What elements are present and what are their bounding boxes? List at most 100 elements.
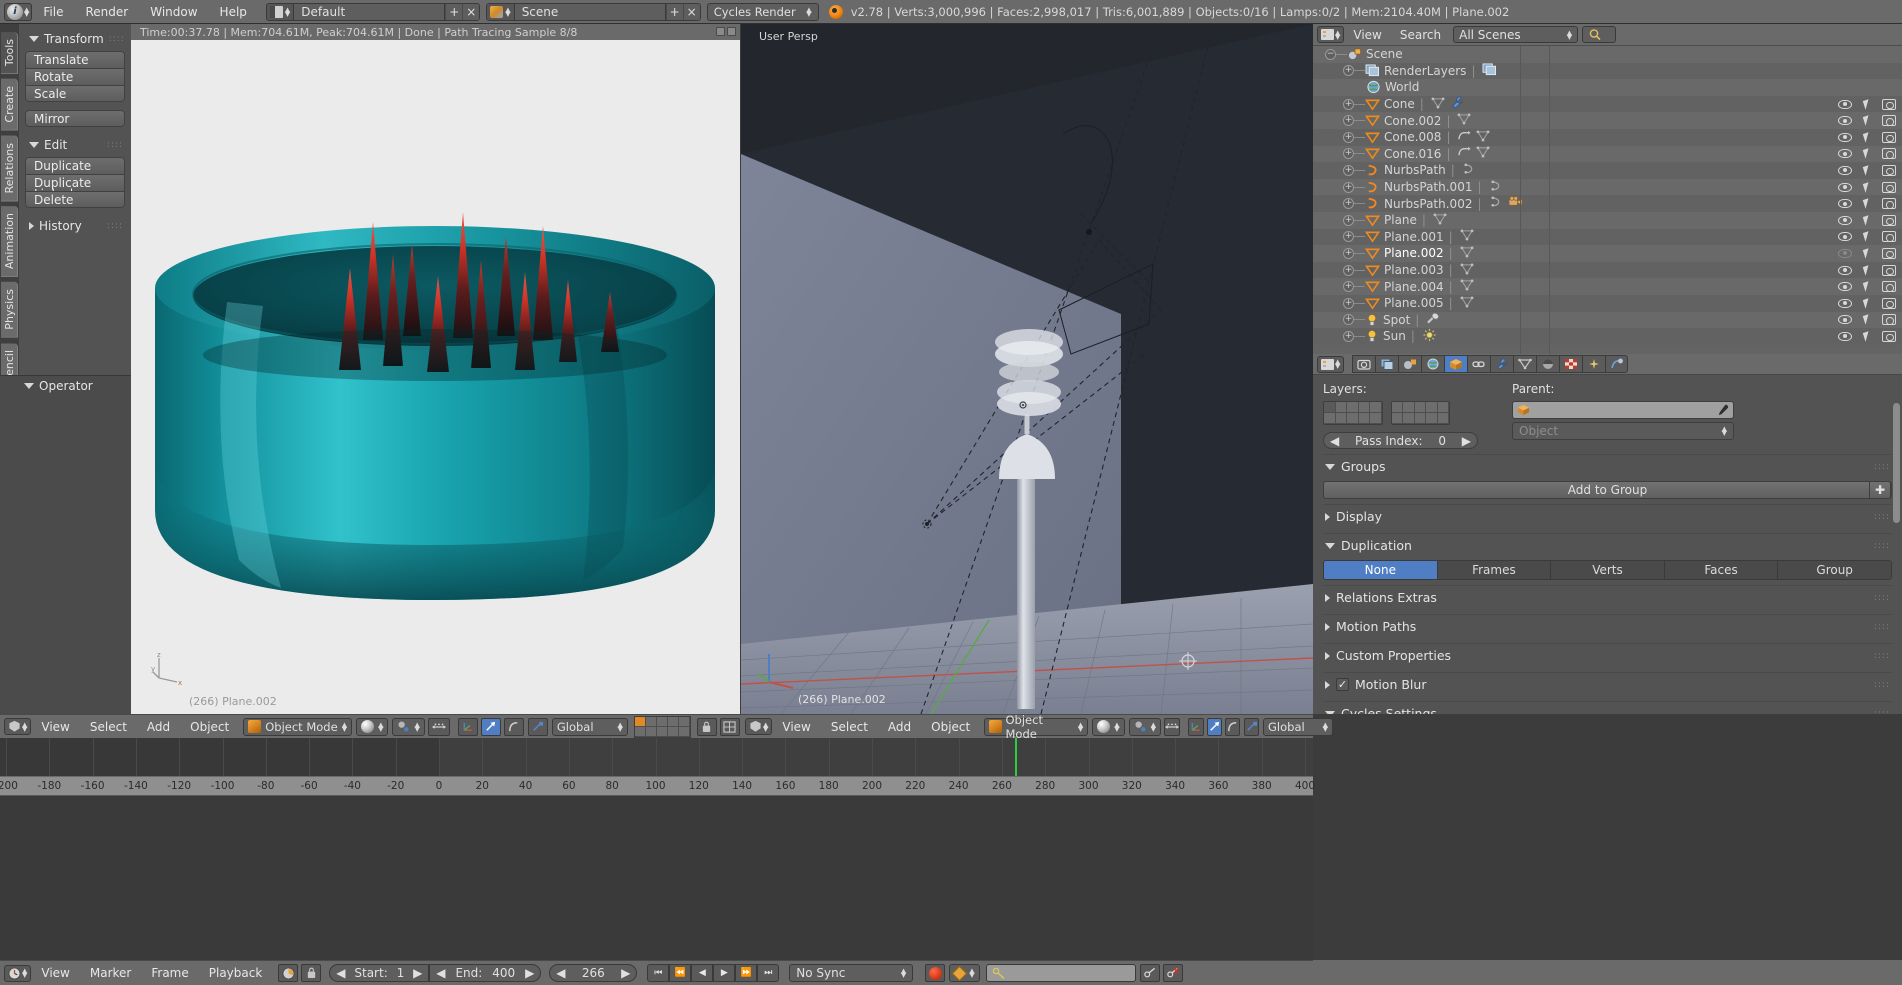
insert-keyframe-button[interactable] <box>1139 964 1160 982</box>
expand-toggle[interactable]: + <box>1343 198 1354 210</box>
outliner-row[interactable]: World <box>1313 79 1902 96</box>
restrict-render-toggle[interactable] <box>1878 281 1900 293</box>
custom-properties-section-header[interactable]: Custom Properties :::: <box>1323 643 1892 667</box>
keying-set-field[interactable] <box>985 964 1136 982</box>
end-frame-field[interactable]: ◀ End: 400 ▶ <box>429 964 542 982</box>
view3d-right-menu-select[interactable]: Select <box>821 720 878 734</box>
restrict-select-toggle[interactable] <box>1856 148 1878 160</box>
expand-toggle[interactable]: + <box>1343 231 1354 243</box>
manipulator-toggle-left[interactable] <box>457 717 478 736</box>
mesh-data-icon[interactable] <box>1460 229 1474 244</box>
play-reverse-button[interactable]: ◀ <box>691 964 714 982</box>
mesh-data-icon[interactable] <box>1476 146 1490 161</box>
expand-toggle[interactable]: + <box>1343 164 1354 176</box>
properties-tab-renderlayers[interactable] <box>1375 355 1399 373</box>
properties-editor-type-button[interactable]: ▲ ▼ <box>1317 355 1345 373</box>
jump-to-start-button[interactable]: ⏮ <box>647 964 670 982</box>
eyedropper-icon[interactable] <box>1716 404 1729 416</box>
restrict-render-toggle[interactable] <box>1878 314 1900 326</box>
expand-toggle[interactable]: + <box>1343 148 1354 160</box>
properties-scrollbar[interactable] <box>1893 403 1900 523</box>
outliner-search-button[interactable] <box>1582 26 1617 43</box>
outliner-row[interactable]: + Cone.002 | <box>1313 112 1902 129</box>
relations-extras-section-header[interactable]: Relations Extras :::: <box>1323 585 1892 609</box>
rewind-button[interactable]: ⏪ <box>669 964 692 982</box>
properties-tab-material[interactable] <box>1536 355 1560 373</box>
curve-data-icon[interactable] <box>1489 196 1503 211</box>
duplication-option-group[interactable]: Group <box>1778 561 1891 579</box>
timeline-ruler[interactable]: -200-180-160-140-120-100-80-60-40-200204… <box>0 776 1315 796</box>
scale-button[interactable]: Scale <box>25 85 125 102</box>
delete-screen-layout-button[interactable]: × <box>462 3 480 20</box>
manipulator-toggle-right[interactable] <box>1188 717 1205 736</box>
restrict-render-toggle[interactable] <box>1878 131 1900 143</box>
blender-menu-button[interactable]: i ▲ ▼ <box>4 2 33 21</box>
restrict-select-toggle[interactable] <box>1856 165 1878 176</box>
timeline-editor-type-button[interactable]: ▲ ▼ <box>4 964 32 982</box>
restrict-select-toggle[interactable] <box>1856 98 1878 110</box>
auto-keyframe-toggle[interactable] <box>278 964 299 982</box>
keyframe-type-selector[interactable]: ▲ ▼ <box>949 964 980 982</box>
groups-section-header[interactable]: Groups :::: <box>1323 454 1892 478</box>
menu-render[interactable]: Render <box>74 5 139 19</box>
outliner-menu-search[interactable]: Search <box>1391 28 1450 42</box>
outliner-row[interactable]: + Spot | <box>1313 311 1902 329</box>
restrict-render-toggle[interactable] <box>1878 231 1900 243</box>
restrict-view-toggle[interactable] <box>1834 232 1856 242</box>
properties-tab-scene[interactable] <box>1398 355 1422 373</box>
restrict-view-toggle[interactable] <box>1834 215 1856 225</box>
tab-physics[interactable]: Physics <box>1 282 18 338</box>
restrict-select-toggle[interactable] <box>1856 231 1878 243</box>
renderlayer-icon[interactable] <box>1482 63 1497 79</box>
add-scene-button[interactable]: + <box>665 3 683 20</box>
outliner-row[interactable]: + Cone.008 | <box>1313 128 1902 146</box>
add-screen-layout-button[interactable]: + <box>445 3 463 20</box>
timeline-track-area[interactable] <box>0 738 1313 776</box>
restrict-render-toggle[interactable] <box>1878 115 1900 127</box>
rotate-button[interactable]: Rotate <box>25 68 125 85</box>
rotate-manipulator-right[interactable] <box>1225 717 1241 736</box>
restrict-view-toggle[interactable] <box>1834 199 1856 209</box>
tab-relations[interactable]: Relations <box>1 135 18 202</box>
collapse-toggle[interactable]: − <box>1325 48 1336 60</box>
mesh-data-icon[interactable] <box>1460 262 1474 278</box>
properties-tab-world[interactable] <box>1421 355 1445 373</box>
scene-selector[interactable]: ▲ ▼ Scene + × <box>486 2 701 21</box>
scale-manipulator-left[interactable] <box>527 717 548 736</box>
restrict-view-toggle[interactable] <box>1834 99 1856 109</box>
restrict-select-toggle[interactable] <box>1856 297 1878 309</box>
menu-window[interactable]: Window <box>139 5 208 19</box>
outliner-row[interactable]: + NurbsPath.001 | <box>1313 178 1902 196</box>
properties-tab-render[interactable] <box>1352 355 1376 373</box>
expand-toggle[interactable]: + <box>1343 214 1354 226</box>
expand-toggle[interactable]: + <box>1343 181 1354 193</box>
restrict-select-toggle[interactable] <box>1856 281 1878 292</box>
start-right-arrow[interactable]: ▶ <box>413 966 422 980</box>
lock-camera-left[interactable] <box>696 717 717 736</box>
view3d-left-pivot-selector[interactable]: ▲ ▼ <box>392 717 425 736</box>
curve-data-icon[interactable] <box>1462 163 1476 178</box>
duplication-option-frames[interactable]: Frames <box>1437 561 1552 579</box>
restrict-select-toggle[interactable] <box>1856 115 1878 126</box>
play-button[interactable]: ▶ <box>713 964 736 982</box>
view3d-left-mode-selector[interactable]: Object Mode ▲ ▼ <box>243 717 353 736</box>
end-left-arrow[interactable]: ◀ <box>436 966 445 980</box>
start-left-arrow[interactable]: ◀ <box>336 966 345 980</box>
delete-keyframe-button[interactable] <box>1162 964 1183 982</box>
restrict-render-toggle[interactable] <box>1878 181 1900 193</box>
translate-button[interactable]: Translate <box>25 51 125 68</box>
restrict-render-toggle[interactable] <box>1878 214 1900 226</box>
restrict-select-toggle[interactable] <box>1856 198 1878 209</box>
mesh-data-icon[interactable] <box>1433 213 1447 228</box>
timeline-menu-frame[interactable]: Frame <box>141 966 198 980</box>
properties-tab-modifiers[interactable] <box>1490 355 1514 373</box>
restrict-select-toggle[interactable] <box>1856 181 1878 193</box>
parent-object-field[interactable] <box>1512 401 1734 419</box>
curve-data-icon[interactable] <box>1489 180 1503 195</box>
expand-toggle[interactable]: + <box>1343 330 1354 342</box>
duplicate-button[interactable]: Duplicate <box>25 157 125 174</box>
restrict-view-toggle[interactable] <box>1834 282 1856 292</box>
pass-index-right-arrow[interactable]: ▶ <box>1462 434 1471 448</box>
menu-help[interactable]: Help <box>209 5 258 19</box>
restrict-select-toggle[interactable] <box>1856 215 1878 226</box>
